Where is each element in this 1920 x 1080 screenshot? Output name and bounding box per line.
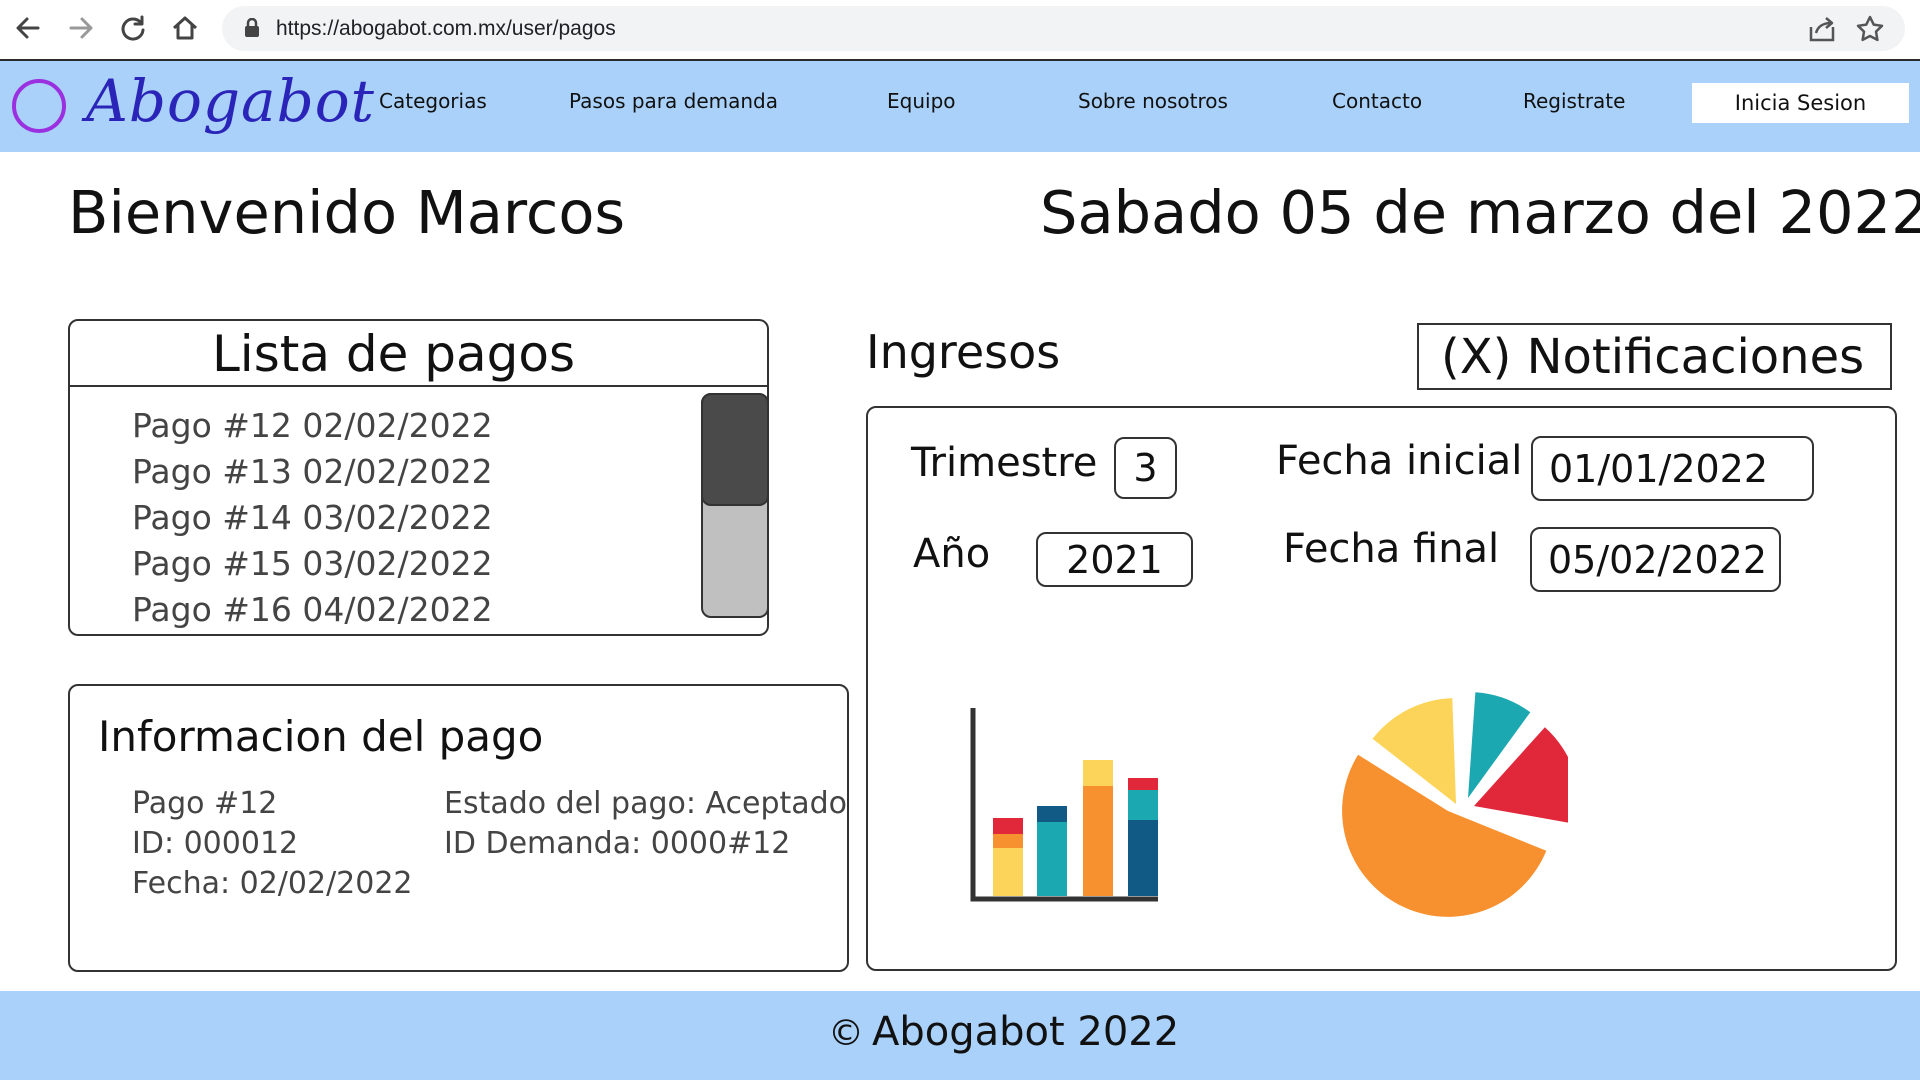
list-item[interactable]: Pago #12 02/02/2022 <box>132 403 493 449</box>
payments-list-panel: Lista de pagos Pago #12 02/02/2022 Pago … <box>68 319 769 636</box>
scrollbar-thumb[interactable] <box>701 393 769 506</box>
bar-1-yellow <box>993 848 1023 896</box>
bar-1-red <box>993 818 1023 834</box>
payment-info-title: Informacion del pago <box>98 712 544 761</box>
home-icon[interactable] <box>165 8 205 48</box>
list-item[interactable]: Pago #15 03/02/2022 <box>132 541 493 587</box>
bar-chart-icon <box>970 708 1158 902</box>
star-icon[interactable] <box>1855 14 1885 48</box>
payment-demand-id: ID Demanda: 0000#12 <box>444 826 791 861</box>
site-header: Abogabot Categorias Pasos para demanda E… <box>0 61 1920 152</box>
payment-id: ID: 000012 <box>132 826 299 861</box>
bar-4-teal <box>1128 790 1158 820</box>
payment-number: Pago #12 <box>132 786 278 821</box>
bar-2-teal <box>1037 822 1067 896</box>
welcome-heading: Bienvenido Marcos <box>68 178 626 247</box>
logo-text[interactable]: Abogabot <box>86 67 375 135</box>
logo-icon <box>12 79 66 133</box>
lock-icon <box>244 17 260 42</box>
forward-icon[interactable] <box>61 8 101 48</box>
payments-list-header: Lista de pagos <box>70 321 767 387</box>
share-icon[interactable] <box>1807 15 1837 47</box>
bar-4-red <box>1128 778 1158 790</box>
footer-text: Abogabot 2022 <box>872 1009 1180 1055</box>
income-title: Ingresos <box>866 325 1061 379</box>
payments-list-title: Lista de pagos <box>211 325 576 383</box>
browser-toolbar: https://abogabot.com.mx/user/pagos <box>0 0 1920 61</box>
payment-date: Fecha: 02/02/2022 <box>132 866 413 901</box>
nav-pasos-para-demanda[interactable]: Pasos para demanda <box>569 89 778 113</box>
list-item[interactable]: Pago #14 03/02/2022 <box>132 495 493 541</box>
anio-label: Año <box>913 531 991 577</box>
income-panel: Trimestre Año Fecha inicial Fecha final <box>866 406 1897 971</box>
list-item[interactable]: Pago #16 04/02/2022 <box>132 587 493 633</box>
fecha-inicial-input[interactable] <box>1531 436 1814 501</box>
site-footer: © Abogabot 2022 <box>0 991 1920 1080</box>
bar-3-orange <box>1083 786 1113 896</box>
nav-equipo[interactable]: Equipo <box>887 89 956 113</box>
payments-scrollbar[interactable] <box>701 393 769 618</box>
notifications-button[interactable]: (X) Notificaciones <box>1417 323 1892 390</box>
nav-sobre-nosotros[interactable]: Sobre nosotros <box>1078 89 1228 113</box>
bar-4-navy <box>1128 820 1158 896</box>
anio-input[interactable] <box>1036 532 1193 587</box>
date-heading: Sabado 05 de marzo del 2022 <box>1040 178 1920 247</box>
nav-contacto[interactable]: Contacto <box>1332 89 1422 113</box>
bar-2-navy <box>1037 806 1067 822</box>
fecha-final-label: Fecha final <box>1283 526 1500 572</box>
back-icon[interactable] <box>8 8 48 48</box>
bar-3-yellow <box>1083 760 1113 786</box>
url-text[interactable]: https://abogabot.com.mx/user/pagos <box>276 6 616 51</box>
pie-chart-icon <box>1342 692 1568 917</box>
fecha-inicial-label: Fecha inicial <box>1276 438 1523 484</box>
payment-info-panel: Informacion del pago Pago #12 ID: 000012… <box>68 684 849 972</box>
bar-1-orange <box>993 834 1023 848</box>
payments-list: Pago #12 02/02/2022 Pago #13 02/02/2022 … <box>132 403 493 633</box>
address-bar[interactable]: https://abogabot.com.mx/user/pagos <box>222 6 1905 51</box>
nav-categorias[interactable]: Categorias <box>379 89 487 113</box>
nav-registrate[interactable]: Registrate <box>1523 89 1625 113</box>
reload-icon[interactable] <box>113 8 153 48</box>
login-button[interactable]: Inicia Sesion <box>1692 83 1909 123</box>
list-item[interactable]: Pago #13 02/02/2022 <box>132 449 493 495</box>
payment-status: Estado del pago: Aceptado <box>444 786 848 821</box>
trimestre-label: Trimestre <box>911 440 1098 486</box>
fecha-final-input[interactable] <box>1530 527 1781 592</box>
trimestre-input[interactable] <box>1114 437 1177 499</box>
copyright-icon: © <box>828 1013 864 1054</box>
